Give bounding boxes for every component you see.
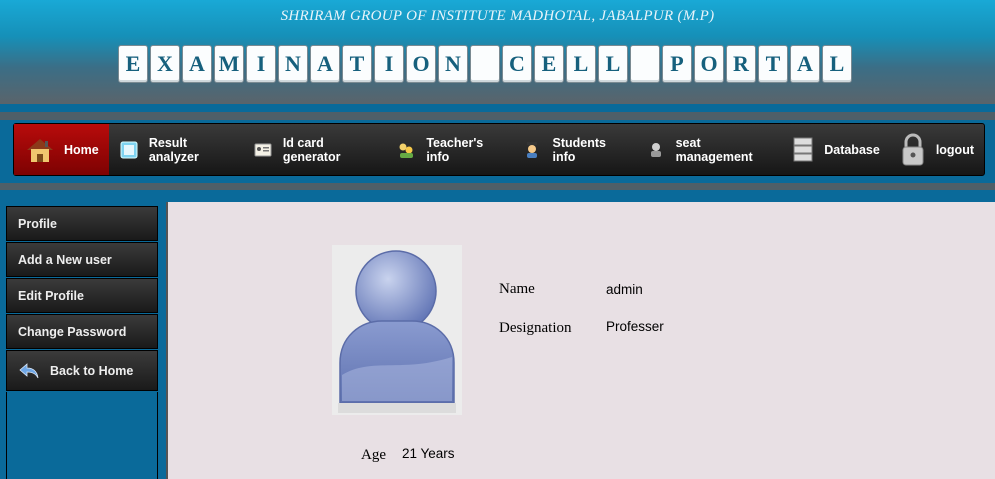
portal-title-letter: N [438,45,468,83]
portal-title-letter: L [822,45,852,83]
back-arrow-icon [18,362,40,380]
portal-title: EXAMINATION CELL PORTAL [118,45,852,83]
nav-label: logout [935,142,974,157]
header-banner: SHRIRAM GROUP OF INSTITUTE MADHOTAL, JAB… [0,0,995,104]
student-icon [522,139,542,161]
nav-label: Teacher's info [426,135,484,164]
seat-icon [645,139,665,161]
nav-item-result-analyzer[interactable]: Result analyzer [109,124,243,175]
portal-title-letter: P [662,45,692,83]
sidebar-item-label: Add a New user [18,252,112,267]
portal-title-letter: R [726,45,756,83]
portal-title-letter: O [406,45,436,83]
nav-item-home[interactable]: Home [14,124,109,175]
nav-label: seat management [675,135,753,164]
divider-band [0,112,995,120]
nav-label: Result analyzer [148,135,199,164]
sidebar-item-add-user[interactable]: Add a New user [6,242,158,277]
main-nav: Home Result analyzer Id card generator T… [13,123,985,176]
nav-item-id-card-generator[interactable]: Id card generator [243,124,387,175]
nav-item-teachers-info[interactable]: Teacher's info [386,124,512,175]
portal-title-letter: O [694,45,724,83]
portal-title-letter: I [374,45,404,83]
divider-band [0,183,995,190]
calculator-icon [119,139,139,161]
portal-title-letter: E [118,45,148,83]
portal-title-letter: C [502,45,532,83]
portal-title-letter: A [182,45,212,83]
age-value: 21 Years [402,446,455,461]
nav-label: Id card generator [282,135,341,164]
portal-title-letter: X [150,45,180,83]
nav-item-students-info[interactable]: Students info [512,124,635,175]
portal-title-letter: A [790,45,820,83]
portal-title-letter: N [278,45,308,83]
sidebar-item-label: Edit Profile [18,288,84,303]
portal-title-letter: L [566,45,596,83]
portal-title-letter: A [310,45,340,83]
sidebar-panel [6,392,158,479]
name-label: Name [499,281,535,297]
designation-label: Designation [499,320,572,336]
designation-value: Professer [606,319,664,334]
sidebar: Profile Add a New user Edit Profile Chan… [0,202,164,479]
portal-title-letter: L [598,45,628,83]
profile-panel [166,202,995,479]
nav-item-seat-management[interactable]: seat management [635,124,782,175]
portal-title-letter: M [214,45,244,83]
name-value: admin [606,282,643,297]
sidebar-item-back-to-home[interactable]: Back to Home [6,350,158,391]
nav-item-logout[interactable]: logout [890,124,984,175]
divider-band [0,104,995,112]
teachers-icon [396,139,416,161]
portal-title-letter: T [758,45,788,83]
sidebar-item-label: Back to Home [50,363,134,378]
portal-title-letter [630,45,660,83]
nav-label: Database [824,142,880,157]
id-card-icon [253,139,273,161]
portal-title-letter: I [246,45,276,83]
portal-title-letter: T [342,45,372,83]
nav-label: Home [64,142,99,157]
database-icon [792,137,814,161]
divider-band [0,190,995,202]
sidebar-item-edit-profile[interactable]: Edit Profile [6,278,158,313]
nav-label: Students info [552,135,607,164]
age-label: Age [361,447,386,463]
portal-title-letter: E [534,45,564,83]
institute-name: SHRIRAM GROUP OF INSTITUTE MADHOTAL, JAB… [280,8,715,24]
sidebar-item-profile[interactable]: Profile [6,206,158,241]
padlock-icon [900,133,926,167]
user-avatar [332,245,462,415]
house-icon [24,135,56,165]
portal-title-letter [470,45,500,83]
sidebar-item-label: Profile [18,216,57,231]
sidebar-item-label: Change Password [18,324,127,339]
sidebar-item-change-password[interactable]: Change Password [6,314,158,349]
nav-item-database[interactable]: Database [782,124,890,175]
